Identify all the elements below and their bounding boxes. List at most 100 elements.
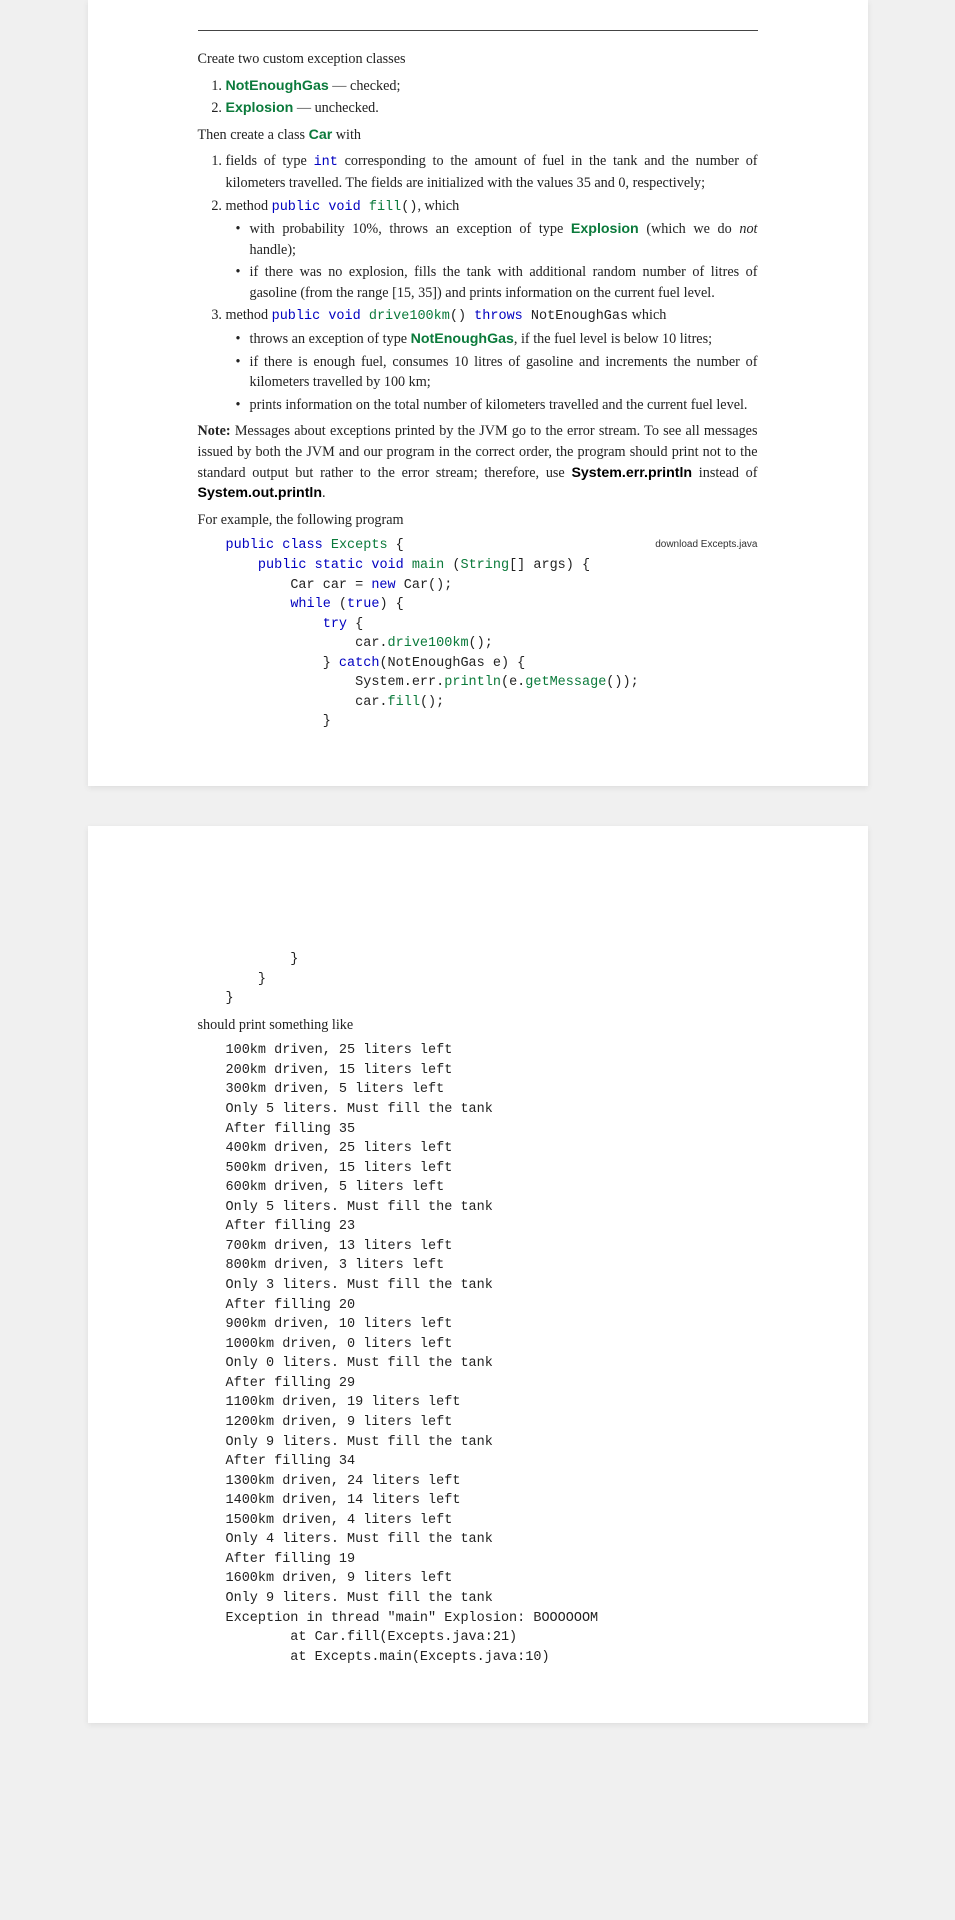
kw: while bbox=[290, 597, 331, 612]
class-name: Car bbox=[309, 127, 333, 143]
list-item: if there is enough fuel, consumes 10 lit… bbox=[250, 352, 758, 393]
sub-list: throws an exception of type NotEnoughGas… bbox=[226, 329, 758, 415]
kw: try bbox=[323, 617, 347, 632]
method: drive100km bbox=[388, 636, 469, 651]
throws-type: NotEnoughGas bbox=[531, 309, 628, 324]
list-item: Explosion — unchecked. bbox=[226, 98, 758, 119]
sample-output: 100km driven, 25 liters left 200km drive… bbox=[226, 1041, 758, 1667]
download-link[interactable]: download Excepts.java bbox=[655, 538, 757, 553]
list-item: NotEnoughGas — checked; bbox=[226, 76, 758, 97]
rule bbox=[198, 30, 758, 31]
text: , if the fuel level is below 10 litres; bbox=[514, 331, 712, 347]
class-name: Excepts bbox=[331, 538, 388, 553]
text: (which we do bbox=[639, 221, 740, 237]
keyword-int: int bbox=[314, 155, 338, 170]
list-item: fields of type int corresponding to the … bbox=[226, 151, 758, 193]
code: (e. bbox=[501, 675, 525, 690]
exception-name: NotEnoughGas bbox=[226, 78, 329, 94]
kw: public bbox=[226, 538, 275, 553]
kw-void: void bbox=[328, 200, 360, 215]
text: which bbox=[628, 307, 666, 323]
parens: () bbox=[401, 200, 417, 215]
kw-void: void bbox=[328, 309, 360, 324]
code: } bbox=[323, 714, 331, 729]
text: with bbox=[332, 127, 361, 143]
list-item: throws an exception of type NotEnoughGas… bbox=[250, 329, 758, 350]
kw: void bbox=[371, 558, 403, 573]
code: System.err. bbox=[355, 675, 444, 690]
code: car. bbox=[355, 695, 387, 710]
code: (); bbox=[420, 695, 444, 710]
kw: public bbox=[258, 558, 307, 573]
code: (); bbox=[469, 636, 493, 651]
sep: — bbox=[293, 100, 314, 116]
exception-name: Explosion bbox=[226, 100, 294, 116]
method: fill bbox=[388, 695, 420, 710]
args: args) { bbox=[525, 558, 590, 573]
kw-throws: throws bbox=[474, 309, 523, 324]
list-item: method public void drive100km() throws N… bbox=[226, 305, 758, 415]
example-intro: For example, the following program bbox=[198, 510, 758, 531]
intro-text: Create two custom exception classes bbox=[198, 49, 758, 70]
text: handle); bbox=[250, 242, 296, 258]
should-print: should print something like bbox=[198, 1015, 758, 1036]
page-2: } } } should print something like 100km … bbox=[88, 826, 868, 1723]
code-block-tail: } } } bbox=[226, 950, 758, 1009]
args: ( bbox=[444, 558, 460, 573]
method-name: fill bbox=[369, 200, 401, 215]
list-item: with probability 10%, throws an exceptio… bbox=[250, 219, 758, 260]
parens: () bbox=[450, 309, 466, 324]
text: fields of type bbox=[226, 153, 314, 169]
code: Car(); bbox=[396, 578, 453, 593]
brace: { bbox=[388, 538, 404, 553]
code: ()); bbox=[606, 675, 638, 690]
code: car. bbox=[355, 636, 387, 651]
sep: — bbox=[329, 78, 350, 94]
emph-not: not bbox=[739, 221, 757, 237]
list-item: prints information on the total number o… bbox=[250, 395, 758, 416]
kw: new bbox=[371, 578, 395, 593]
then-line: Then create a class Car with bbox=[198, 125, 758, 146]
code-ref: System.err.println bbox=[571, 465, 692, 481]
car-steps: fields of type int corresponding to the … bbox=[198, 151, 758, 415]
brackets: [] bbox=[509, 558, 525, 573]
exception-name: NotEnoughGas bbox=[411, 331, 514, 347]
list-item: method public void fill(), which with pr… bbox=[226, 196, 758, 304]
code: } bbox=[226, 972, 267, 987]
method: println bbox=[444, 675, 501, 690]
code: { bbox=[347, 617, 363, 632]
exception-desc: unchecked. bbox=[315, 100, 379, 116]
code: } bbox=[226, 991, 234, 1006]
method: getMessage bbox=[525, 675, 606, 690]
kw-public: public bbox=[272, 200, 321, 215]
method: main bbox=[412, 558, 444, 573]
text: , which bbox=[417, 198, 459, 214]
exception-desc: checked; bbox=[350, 78, 400, 94]
text: Then create a class bbox=[198, 127, 309, 143]
text: . bbox=[322, 485, 326, 501]
exception-list: NotEnoughGas — checked; Explosion — unch… bbox=[198, 76, 758, 119]
kw: static bbox=[315, 558, 364, 573]
text: method bbox=[226, 198, 272, 214]
kw: class bbox=[282, 538, 323, 553]
text: instead of bbox=[692, 465, 757, 481]
code: (NotEnoughGas e) { bbox=[379, 656, 525, 671]
exception-name: Explosion bbox=[571, 221, 639, 237]
sub-list: with probability 10%, throws an exceptio… bbox=[226, 219, 758, 303]
kw-public: public bbox=[272, 309, 321, 324]
text: method bbox=[226, 307, 272, 323]
list-item: if there was no explosion, fills the tan… bbox=[250, 262, 758, 303]
kw: catch bbox=[339, 656, 380, 671]
note-label: Note: bbox=[198, 423, 231, 439]
code: } bbox=[226, 952, 299, 967]
code: ( bbox=[331, 597, 347, 612]
code: } bbox=[323, 656, 339, 671]
code: Car car = bbox=[290, 578, 371, 593]
code-ref: System.out.println bbox=[198, 485, 323, 501]
code-block: public class Excepts { public static voi… bbox=[226, 536, 758, 732]
page-1: Create two custom exception classes NotE… bbox=[88, 0, 868, 786]
text: throws an exception of type bbox=[250, 331, 411, 347]
note-paragraph: Note: Messages about exceptions printed … bbox=[198, 421, 758, 503]
code: ) { bbox=[379, 597, 403, 612]
method-name: drive100km bbox=[369, 309, 450, 324]
